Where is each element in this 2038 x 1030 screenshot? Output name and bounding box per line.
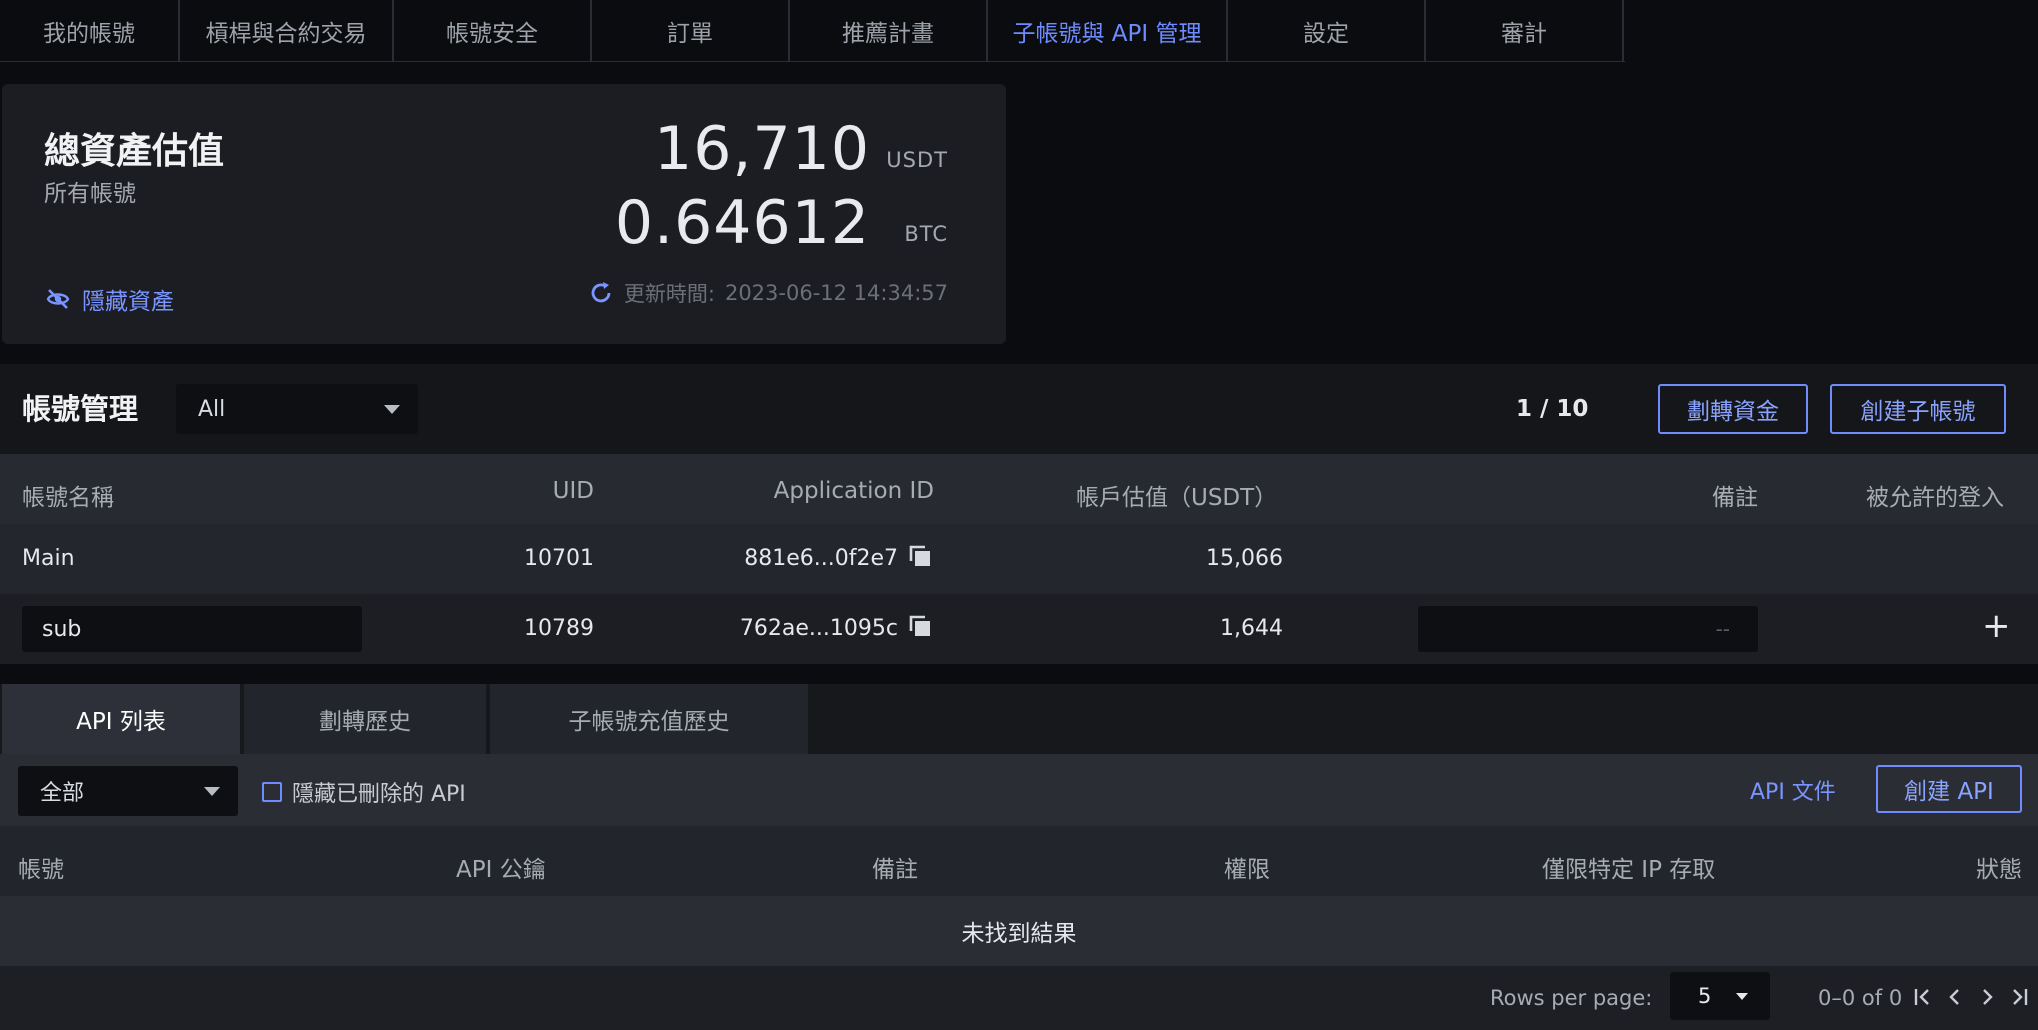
api-filter-bar: 全部 隱藏已刪除的 API API 文件 創建 API [0,754,2038,826]
col-account-name: 帳號名稱 [22,485,114,511]
rows-per-page-label: Rows per page: [1490,986,1653,1010]
hide-deleted-api-label: 隱藏已刪除的 API [292,782,466,807]
transfer-funds-button[interactable]: 劃轉資金 [1658,384,1808,434]
usdt-amount: 16,710 [654,114,870,184]
note-field[interactable]: -- [1418,606,1758,652]
api-docs-link[interactable]: API 文件 [1750,774,1836,806]
tab-referral[interactable]: 推薦計畫 [790,0,988,62]
tab-account-security[interactable]: 帳號安全 [394,0,592,62]
api-filter-value: 全部 [40,781,85,806]
application-id: 762ae...1095c [739,616,898,641]
hide-assets-label: 隱藏資產 [82,289,174,315]
update-time-label: 更新時間: [623,282,715,306]
copy-icon[interactable] [908,544,932,568]
chevron-down-icon [204,787,220,796]
next-page-icon[interactable] [1974,984,2000,1010]
col-permission: 權限 [1224,857,1270,883]
col-ip-restriction: 僅限特定 IP 存取 [1542,857,1716,883]
pagination-range: 0–0 of 0 [1818,986,1903,1010]
empty-results-text: 未找到結果 [961,921,1077,947]
refresh-icon[interactable] [588,280,614,306]
account-management-header: 帳號管理 All 1 / 10 劃轉資金 創建子帳號 [0,364,2038,454]
update-time-value: 2023-06-12 14:34:57 [724,281,948,305]
assets-title: 總資產估值 [44,131,225,172]
account-management-title: 帳號管理 [22,392,139,426]
top-nav: 我的帳號 槓桿與合約交易 帳號安全 訂單 推薦計畫 子帳號與 API 管理 設定… [0,0,1625,62]
subaccount-name-field[interactable]: sub [22,606,362,652]
prev-page-icon[interactable] [1942,984,1968,1010]
chevron-down-icon [384,405,400,414]
account-uid: 10701 [524,546,594,571]
add-login-button[interactable]: + [1982,606,2011,646]
tab-api-list[interactable]: API 列表 [2,684,240,754]
col-allowed-login: 被允許的登入 [1866,485,2004,511]
tab-orders[interactable]: 訂單 [592,0,790,62]
total-assets-card: 總資產估值 所有帳號 16,710 USDT 0.64612 BTC 隱藏資產 … [2,84,1006,344]
hide-assets-toggle[interactable]: 隱藏資產 [46,282,174,316]
col-api-public-key: API 公鑰 [456,857,546,883]
btc-amount: 0.64612 [614,188,870,258]
account-value: 15,066 [1206,546,1283,571]
first-page-icon[interactable] [1910,984,1936,1010]
application-id: 881e6...0f2e7 [744,546,898,571]
chevron-down-icon [1736,993,1748,1000]
tab-audit[interactable]: 審計 [1426,0,1624,62]
col-status: 狀態 [1976,857,2022,883]
account-table-header: 帳號名稱 UID Application ID 帳戶估值（USDT） 備註 被允… [0,454,2038,524]
account-management: 帳號管理 All 1 / 10 劃轉資金 創建子帳號 帳號名稱 UID Appl… [0,364,2038,664]
table-row: Main 10701 881e6...0f2e7 15,066 [0,524,2038,594]
account-filter-select[interactable]: All [176,384,418,434]
tab-settings[interactable]: 設定 [1228,0,1426,62]
assets-subtitle: 所有帳號 [44,181,136,207]
hide-deleted-api-checkbox[interactable]: 隱藏已刪除的 API [262,776,466,808]
usdt-unit: USDT [886,148,948,172]
table-row: sub 10789 762ae...1095c 1,644 -- + [0,594,2038,664]
last-page-icon[interactable] [2006,984,2032,1010]
account-name: Main [22,546,75,571]
col-account-value: 帳戶估值（USDT） [1076,485,1278,511]
account-value: 1,644 [1220,616,1283,641]
rows-per-page-value: 5 [1698,984,1712,1008]
btc-unit: BTC [904,222,948,246]
col-account: 帳號 [18,857,64,883]
tab-my-account[interactable]: 我的帳號 [0,0,180,62]
api-filter-select[interactable]: 全部 [18,766,238,816]
rows-per-page-select[interactable]: 5 [1670,972,1770,1020]
account-uid: 10789 [524,616,594,641]
col-api-note: 備註 [872,857,918,883]
account-page-count: 1 / 10 [1516,396,1589,422]
update-time: 更新時間: 2023-06-12 14:34:57 [588,278,948,308]
note-value: -- [1715,617,1730,641]
tab-margin-futures[interactable]: 槓桿與合約交易 [180,0,394,62]
subaccount-name-value: sub [42,616,82,642]
api-tabs: API 列表 劃轉歷史 子帳號充值歷史 [0,684,2038,754]
table-pagination: Rows per page: 5 0–0 of 0 [0,966,2038,1030]
eye-off-icon [46,289,70,309]
col-application-id: Application ID [773,478,934,504]
empty-results: 未找到結果 [0,896,2038,966]
col-uid: UID [552,478,594,504]
account-filter-value: All [198,396,226,422]
tab-subaccount-deposit-history[interactable]: 子帳號充值歷史 [490,684,808,754]
create-subaccount-button[interactable]: 創建子帳號 [1830,384,2006,434]
checkbox-icon [262,782,282,802]
tab-subaccount-api[interactable]: 子帳號與 API 管理 [988,0,1228,62]
api-table-header: 帳號 API 公鑰 備註 權限 僅限特定 IP 存取 狀態 [0,826,2038,896]
create-api-button[interactable]: 創建 API [1876,765,2022,813]
copy-icon[interactable] [908,614,932,638]
tab-transfer-history[interactable]: 劃轉歷史 [244,684,486,754]
col-note: 備註 [1712,485,1758,511]
